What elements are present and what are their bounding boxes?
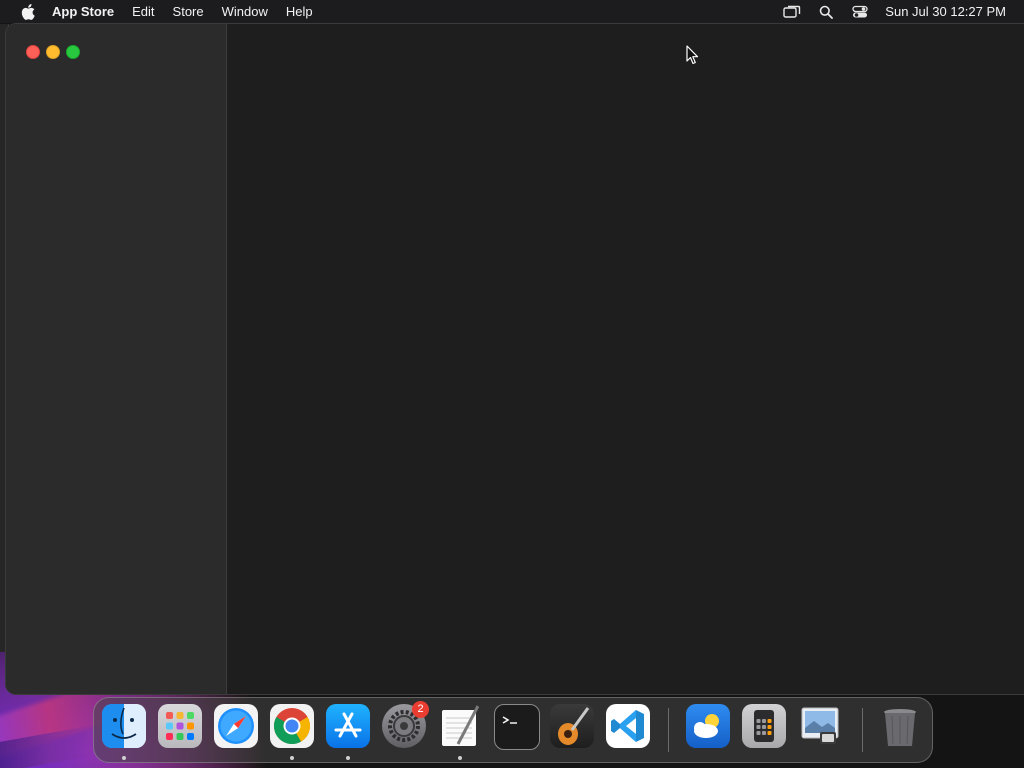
menu-window[interactable]: Window xyxy=(213,0,277,23)
window-zoom-button[interactable] xyxy=(66,45,80,59)
mouse-cursor-icon xyxy=(686,45,700,65)
apple-logo-icon[interactable] xyxy=(18,2,38,22)
menu-edit[interactable]: Edit xyxy=(123,0,163,23)
preview-icon[interactable] xyxy=(798,704,842,748)
screen-mirroring-icon[interactable] xyxy=(783,3,801,21)
desktop: App Store Edit Store Window Help Sun Jul… xyxy=(0,0,1024,768)
calculator-icon[interactable] xyxy=(742,704,786,748)
menu-store[interactable]: Store xyxy=(164,0,213,23)
sidebar xyxy=(6,24,227,694)
weather-icon[interactable] xyxy=(686,704,730,748)
main-content-area xyxy=(227,24,1024,694)
menu-help[interactable]: Help xyxy=(277,0,322,23)
spotlight-search-icon[interactable] xyxy=(817,3,835,21)
menu-app-name[interactable]: App Store xyxy=(50,0,123,23)
safari-icon[interactable] xyxy=(214,704,258,748)
dock-separator xyxy=(668,708,669,752)
menu-bar-status-area: Sun Jul 30 12:27 PM xyxy=(775,0,1006,23)
vscode-icon[interactable] xyxy=(606,704,650,748)
chrome-icon[interactable] xyxy=(270,704,314,748)
dock-running-indicator xyxy=(290,756,294,760)
window-close-button[interactable] xyxy=(26,45,40,59)
dock-running-indicator xyxy=(122,756,126,760)
garageband-icon[interactable] xyxy=(550,704,594,748)
control-center-icon[interactable] xyxy=(851,3,869,21)
menu-bar: App Store Edit Store Window Help Sun Jul… xyxy=(0,0,1024,23)
textedit-icon[interactable] xyxy=(438,704,482,748)
app-store-window xyxy=(6,24,1024,694)
trash-icon[interactable] xyxy=(878,704,922,748)
terminal-icon[interactable] xyxy=(494,704,540,750)
window-minimize-button[interactable] xyxy=(46,45,60,59)
menu-bar-clock[interactable]: Sun Jul 30 12:27 PM xyxy=(885,4,1006,19)
app-store-icon[interactable] xyxy=(326,704,370,748)
dock-separator xyxy=(862,708,863,752)
finder-icon[interactable] xyxy=(102,704,146,748)
dock-running-indicator xyxy=(458,756,462,760)
notification-badge: 2 xyxy=(412,701,429,718)
launchpad-icon[interactable] xyxy=(158,704,202,748)
dock-running-indicator xyxy=(346,756,350,760)
dock: 2 xyxy=(93,697,933,763)
